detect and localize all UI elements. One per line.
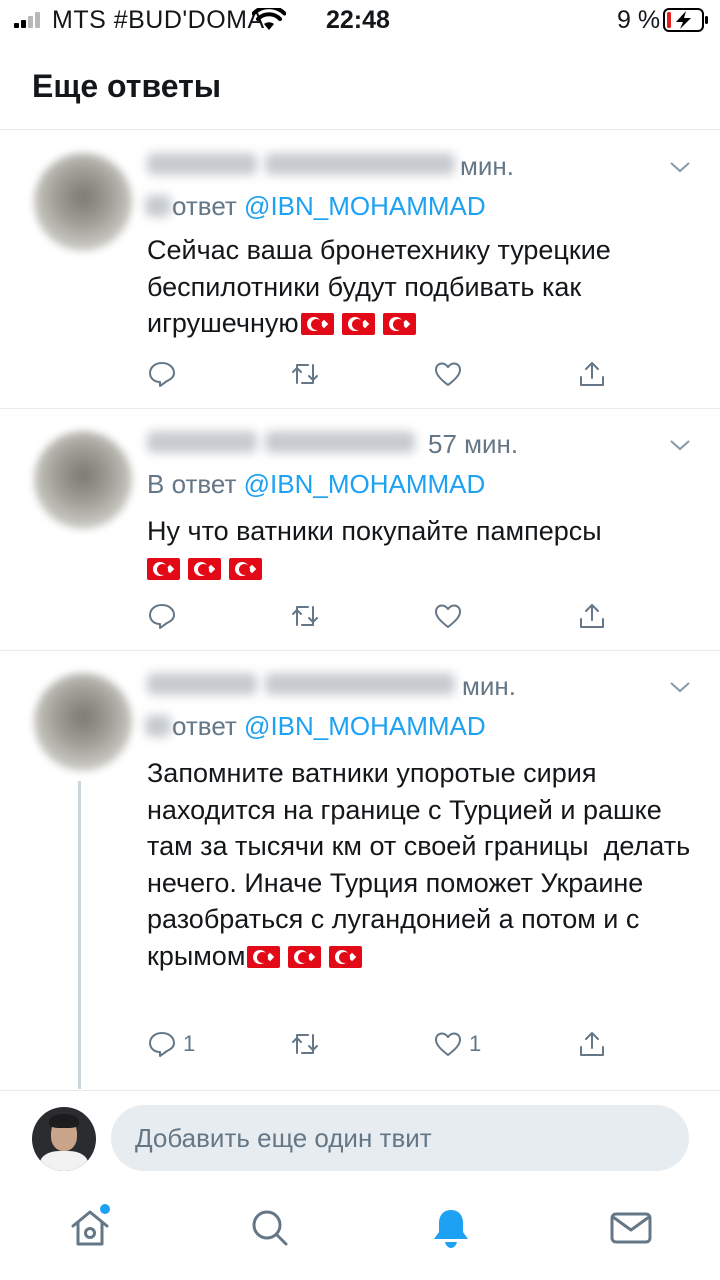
add-tweet-input[interactable]: Добавить еще один твит: [111, 1105, 689, 1171]
reply-count: 1: [183, 1031, 196, 1056]
blurred-author-name: [147, 153, 257, 175]
heart-icon: [435, 1032, 461, 1056]
compose-bar: Добавить еще один твит: [0, 1090, 720, 1190]
reply-tweet[interactable]: мин. ответ @IBN_MOHAMMAD Сейчас ваша бро…: [0, 131, 720, 409]
like-button[interactable]: [433, 599, 469, 633]
share-button[interactable]: [577, 1027, 607, 1061]
blurred-author-name: [147, 431, 257, 453]
turkey-flag-icon: [288, 945, 322, 968]
battery-low-charging-icon: [663, 8, 708, 32]
turkey-flag-icon: [329, 945, 363, 968]
blurred-author-name: [147, 673, 257, 695]
retweet-icon: [292, 364, 318, 384]
tweet-text: Запомните ватники упоротые сирия находит…: [147, 755, 707, 974]
page-header: Еще ответы: [0, 40, 720, 130]
carrier-name: MTS #BUD'DOMA: [52, 6, 265, 34]
mention-link[interactable]: @IBN_MOHAMMAD: [244, 469, 486, 499]
reply-to-label: ответ: [172, 191, 245, 221]
mention-link[interactable]: @IBN_MOHAMMAD: [244, 711, 486, 741]
tweet-time: мин.: [462, 671, 516, 701]
battery-percent: 9 %: [617, 6, 661, 34]
add-tweet-placeholder: Добавить еще один твит: [135, 1122, 432, 1153]
turkey-flag-icon: [341, 313, 375, 335]
tweet-text: Сейчас ваша бронетехнику турецкие беспил…: [147, 232, 707, 342]
new-content-dot: [100, 1204, 110, 1214]
turkey-flag-icon: [300, 313, 334, 335]
tweet-time: мин.: [460, 151, 514, 181]
status-bar: MTS #BUD'DOMA 22:48 9 %: [0, 0, 720, 40]
share-button[interactable]: [577, 599, 607, 633]
turkey-flag-icon: [147, 557, 180, 580]
reply-button[interactable]: 1: [147, 1027, 195, 1061]
share-icon: [580, 362, 604, 386]
reply-to-label: В ответ: [147, 469, 244, 499]
bottom-tab-bar: [0, 1190, 720, 1280]
author-avatar[interactable]: [34, 431, 132, 529]
blurred-author-handle: [265, 153, 455, 175]
cellular-signal-icon: [14, 12, 44, 28]
blurred-author-handle: [265, 673, 455, 695]
reply-icon: [149, 604, 175, 629]
search-icon: [252, 1210, 288, 1246]
reply-to-line: ответ @IBN_MOHAMMAD: [172, 711, 486, 742]
reply-to-line: В ответ @IBN_MOHAMMAD: [147, 469, 485, 500]
retweet-button[interactable]: [290, 357, 320, 391]
tweet-text: Ну что ватники покупайте памперсы: [147, 513, 707, 586]
turkey-flag-icon: [382, 313, 416, 335]
retweet-button[interactable]: [290, 1027, 320, 1061]
messages-tab[interactable]: [609, 1206, 653, 1250]
retweet-button[interactable]: [290, 599, 320, 633]
retweet-icon: [292, 1034, 318, 1054]
notifications-tab[interactable]: [429, 1206, 473, 1250]
reply-button[interactable]: [147, 599, 183, 633]
chevron-down-icon[interactable]: [668, 433, 692, 457]
like-button[interactable]: [433, 357, 469, 391]
chevron-down-icon[interactable]: [668, 155, 692, 179]
tweet-time: 57 мин.: [428, 429, 519, 459]
author-avatar[interactable]: [34, 153, 132, 251]
chevron-down-icon[interactable]: [668, 675, 692, 699]
user-avatar[interactable]: [32, 1107, 96, 1171]
page-title: Еще ответы: [32, 68, 222, 104]
status-time: 22:48: [326, 6, 390, 34]
mention-link[interactable]: @IBN_MOHAMMAD: [244, 191, 486, 221]
blurred-reply-prefix: [145, 195, 171, 217]
notifications-icon: [434, 1210, 468, 1248]
blurred-reply-prefix: [145, 715, 171, 737]
author-avatar[interactable]: [34, 673, 132, 771]
turkey-flag-icon: [247, 945, 281, 968]
reply-icon: [149, 1032, 175, 1057]
share-icon: [580, 1032, 604, 1056]
reply-tweet[interactable]: мин. ответ @IBN_MOHAMMAD Запомните ватни…: [0, 651, 720, 1090]
like-button[interactable]: 1: [433, 1027, 481, 1061]
turkey-flag-icon: [229, 557, 262, 580]
reply-tweet[interactable]: 57 мин. В ответ @IBN_MOHAMMAD Ну что ват…: [0, 409, 720, 651]
tweet-text-body: Ну что ватники покупайте памперсы: [147, 516, 602, 546]
heart-icon: [435, 362, 461, 386]
blurred-author-handle: [265, 431, 415, 453]
messages-icon: [610, 1212, 652, 1244]
wifi-icon: [252, 8, 286, 30]
reply-button[interactable]: [147, 357, 183, 391]
retweet-icon: [292, 606, 318, 626]
reply-icon: [149, 362, 175, 387]
thread-line: [78, 781, 81, 1089]
reply-to-label: ответ: [172, 711, 245, 741]
share-button[interactable]: [577, 357, 607, 391]
heart-icon: [435, 604, 461, 628]
like-count: 1: [469, 1031, 482, 1056]
reply-to-line: ответ @IBN_MOHAMMAD: [172, 191, 486, 222]
turkey-flag-icon: [188, 557, 221, 580]
search-tab[interactable]: [248, 1206, 292, 1250]
share-icon: [580, 604, 604, 628]
tweet-text-body: Запомните ватники упоротые сирия находит…: [147, 758, 698, 971]
